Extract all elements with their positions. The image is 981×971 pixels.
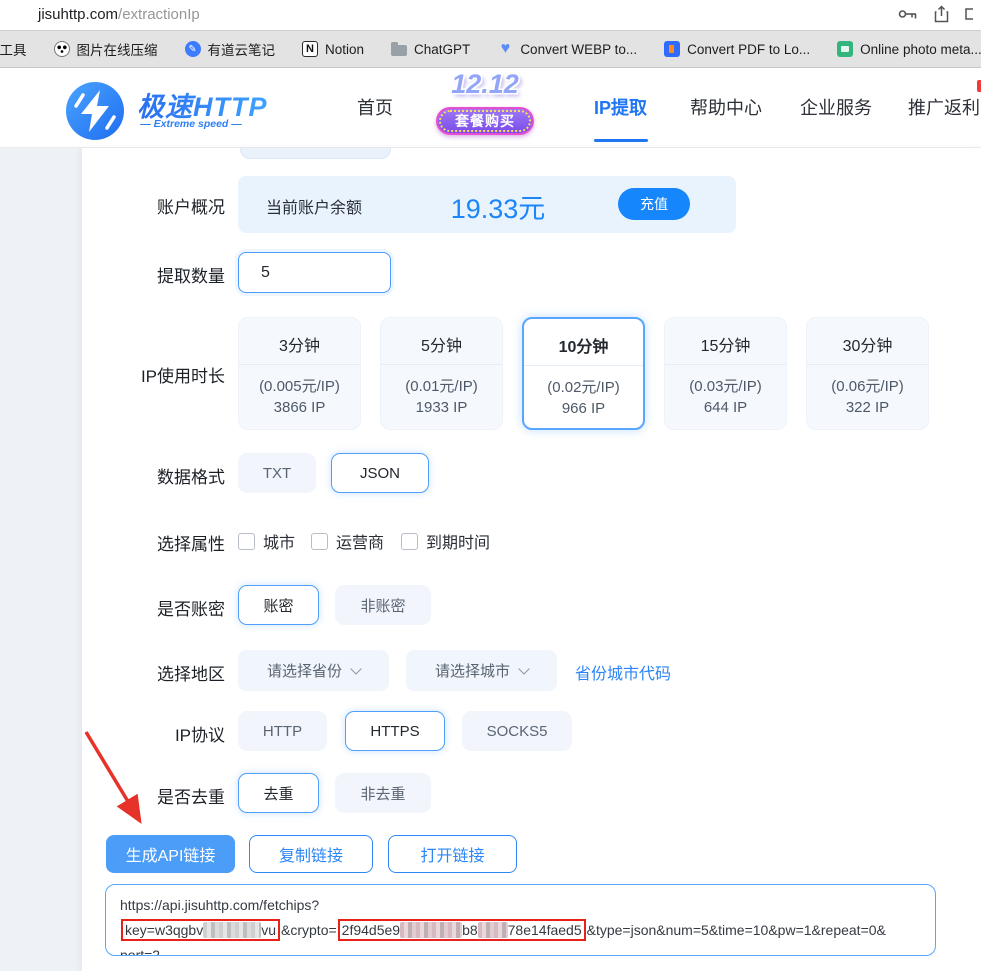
- nav-red-badge: [977, 80, 981, 92]
- share-icon[interactable]: [934, 5, 949, 28]
- promo-date: 12.12: [451, 69, 519, 99]
- password-key-icon[interactable]: [898, 7, 918, 26]
- recharge-button[interactable]: 充值: [618, 188, 690, 220]
- pencil-icon: [184, 41, 201, 57]
- format-option-txt[interactable]: TXT: [238, 453, 316, 493]
- api-url-output[interactable]: https://api.jisuhttp.com/fetchips? key=w…: [105, 884, 936, 956]
- attribute-city[interactable]: 城市: [238, 529, 295, 553]
- duration-option-3min[interactable]: 3分钟 (0.005元/IP) 3866 IP: [238, 317, 361, 430]
- duration-option-15min[interactable]: 15分钟 (0.03元/IP) 644 IP: [664, 317, 787, 430]
- bookmarks-bar: 密工具 图片在线压缩 有道云笔记 Notion ChatGPT Convert …: [0, 30, 981, 68]
- attributes-label: 选择属性: [157, 535, 225, 554]
- dedup-option-yes-selected[interactable]: 去重: [238, 773, 319, 813]
- site-header: 极速HTTP Extreme speed 首页 12.12 套餐购买 IP提取 …: [0, 68, 981, 148]
- address-bar[interactable]: jisuhttp.com/extractionIp: [38, 6, 200, 23]
- redacted-key-highlight: key=w3qgbv vu: [121, 919, 281, 941]
- logo-lightning-icon[interactable]: [64, 80, 126, 147]
- nav-referral[interactable]: 推广返利: [908, 94, 980, 120]
- logo-subtitle: Extreme speed: [139, 118, 243, 130]
- panda-icon: [53, 41, 70, 57]
- redacted-mosaic: [203, 922, 262, 938]
- copy-link-button[interactable]: 复制链接: [249, 835, 373, 873]
- promo-buy-pill: 套餐购买: [436, 107, 534, 135]
- redacted-mosaic: [477, 922, 508, 938]
- folder-icon: [391, 41, 408, 56]
- promo-1212-badge[interactable]: 12.12 套餐购买: [433, 69, 537, 137]
- bookmark-item-encrypt-tool[interactable]: 密工具: [0, 39, 27, 59]
- api-url-line2: key=w3qgbv vu &crypto= 2f94d5e9 b8 78e14faed5…: [120, 918, 921, 943]
- auth-label: 是否账密: [157, 600, 225, 619]
- heart-icon: [497, 41, 513, 57]
- checkbox-city[interactable]: [238, 532, 255, 550]
- auth-option-no-credentials[interactable]: 非账密: [335, 585, 431, 625]
- truncated-element-above: [240, 148, 391, 159]
- open-link-button[interactable]: 打开链接: [388, 835, 517, 873]
- attribute-isp[interactable]: 运营商: [311, 529, 384, 553]
- bookmark-item-convert-webp[interactable]: Convert WEBP to...: [497, 41, 637, 57]
- format-option-json-selected[interactable]: JSON: [331, 453, 429, 493]
- browser-url-bar: jisuhttp.com/extractionIp: [0, 0, 981, 30]
- checkbox-isp[interactable]: [311, 532, 328, 550]
- nav-ip-extract-active[interactable]: IP提取: [594, 94, 647, 120]
- province-select[interactable]: 请选择省份: [238, 650, 389, 691]
- protocol-option-socks5[interactable]: SOCKS5: [462, 711, 572, 751]
- active-tab-underline: [594, 139, 648, 142]
- duration-option-30min[interactable]: 30分钟 (0.06元/IP) 322 IP: [806, 317, 929, 430]
- bookmark-item-youdao-note[interactable]: 有道云笔记: [184, 39, 275, 59]
- red-annotation-arrow: [74, 718, 164, 843]
- nav-enterprise[interactable]: 企业服务: [800, 94, 872, 120]
- bookmark-item-image-compress[interactable]: 图片在线压缩: [53, 39, 158, 59]
- bookmark-item-chatgpt[interactable]: ChatGPT: [391, 41, 470, 57]
- format-label: 数据格式: [157, 468, 225, 487]
- quantity-label: 提取数量: [157, 267, 225, 286]
- balance-label: 当前账户余额: [266, 200, 363, 217]
- url-host: jisuhttp.com: [38, 6, 119, 23]
- attribute-expire-time[interactable]: 到期时间: [401, 529, 490, 553]
- region-label: 选择地区: [157, 665, 225, 684]
- redacted-mosaic: [400, 922, 463, 938]
- quantity-input[interactable]: 5: [238, 252, 391, 293]
- bookmark-item-notion[interactable]: Notion: [302, 41, 364, 57]
- photo-meta-icon: [837, 41, 854, 57]
- nav-help-center[interactable]: 帮助中心: [690, 94, 762, 120]
- dedup-option-no[interactable]: 非去重: [335, 773, 431, 813]
- duration-option-10min-selected[interactable]: 10分钟 (0.02元/IP) 966 IP: [522, 317, 645, 430]
- chevron-down-icon: [518, 662, 530, 675]
- nav-home[interactable]: 首页: [357, 94, 393, 120]
- redacted-crypto-highlight: 2f94d5e9 b8 78e14faed5: [337, 919, 586, 941]
- account-overview-label: 账户概况: [157, 198, 225, 217]
- bookmark-item-convert-pdf[interactable]: Convert PDF to Lo...: [664, 41, 810, 57]
- notion-icon: [302, 41, 318, 57]
- protocol-option-http[interactable]: HTTP: [238, 711, 327, 751]
- province-city-code-link[interactable]: 省份城市代码: [575, 660, 671, 684]
- url-path: /extractionIp: [118, 6, 200, 23]
- city-select[interactable]: 请选择城市: [406, 650, 557, 691]
- pdf-converter-icon: [664, 41, 681, 57]
- app-window: jisuhttp.com/extractionIp 密工具 图片在线压缩 有道云…: [0, 0, 981, 971]
- account-balance-panel: 当前账户余额 19.33元 充值: [238, 176, 736, 233]
- truncated-toolbar-icon[interactable]: [965, 6, 980, 27]
- duration-option-5min[interactable]: 5分钟 (0.01元/IP) 1933 IP: [380, 317, 503, 430]
- protocol-option-https-selected[interactable]: HTTPS: [345, 711, 445, 751]
- chevron-down-icon: [350, 662, 362, 675]
- api-url-line3: port=2: [120, 947, 161, 956]
- auth-option-credentials-selected[interactable]: 账密: [238, 585, 319, 625]
- checkbox-expire-time[interactable]: [401, 532, 418, 550]
- bookmark-item-photo-meta[interactable]: Online photo meta...: [837, 41, 981, 57]
- duration-label: IP使用时长: [140, 367, 225, 386]
- api-url-line1: https://api.jisuhttp.com/fetchips?: [120, 897, 320, 913]
- balance-amount: 19.33元: [450, 194, 546, 224]
